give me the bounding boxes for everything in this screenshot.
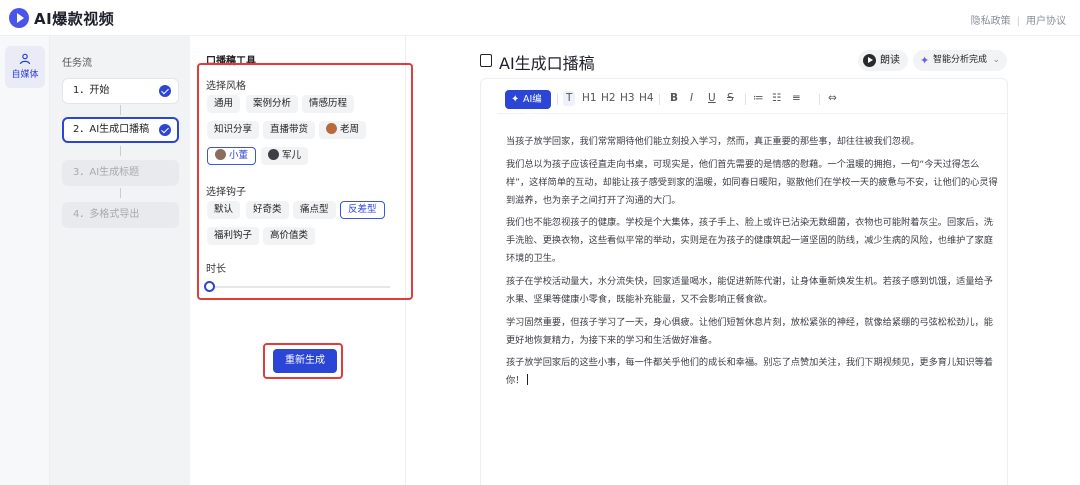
hook-tag[interactable]: 默认 (207, 201, 241, 219)
task-flow-panel: 任务流 1．开始 2．AI生成口播稿 3．AI生成标题 4．多格式导出 (50, 36, 190, 485)
style-tag-selected[interactable]: 小董 (207, 147, 257, 165)
heading-1-button[interactable]: H1 (582, 92, 597, 104)
style-tag[interactable]: 情感历程 (302, 95, 355, 113)
heading-4-button[interactable]: H4 (639, 92, 654, 104)
task-flow-title: 任务流 (62, 58, 92, 69)
paragraph: 我们总以为孩子应该径直走向书桌，可现实是，他们首先需要的是情感的慰藉。一个温暖的… (506, 159, 998, 206)
toolbar-divider (745, 94, 746, 105)
style-tag[interactable]: 直播带货 (263, 121, 316, 139)
check-icon (159, 85, 171, 97)
editor-title: AI生成口播稿 (499, 54, 595, 73)
hook-tag-selected[interactable]: 反差型 (340, 201, 385, 219)
toolbar-divider (819, 94, 820, 105)
step-export[interactable]: 4．多格式导出 (62, 202, 179, 228)
step-generate-title[interactable]: 3．AI生成标题 (62, 160, 179, 186)
paragraph: 我们也不能忽视孩子的健康。学校是个大集体，孩子手上、脸上或许已沾染无数细菌，衣物… (506, 217, 993, 264)
hook-tag[interactable]: 好奇类 (246, 201, 289, 219)
app-title: AI爆款视频 (34, 10, 115, 28)
rail-item-label: 自媒体 (11, 70, 39, 80)
editor-toolbar: ✦ AI编辑 T H1 H2 H3 H4 B I U S ≔ ☷ ≡ ⇔ (497, 86, 1007, 124)
toolbar-divider (659, 94, 660, 105)
logo-icon (9, 8, 29, 28)
avatar (326, 123, 337, 134)
link-separator: | (1016, 16, 1020, 27)
style-tag-avatar[interactable]: 军儿 (261, 147, 309, 165)
users-icon (19, 53, 31, 65)
strikethrough-button[interactable]: S (727, 92, 734, 104)
chevron-down-icon: ⌄ (992, 55, 1000, 65)
style-tag[interactable]: 知识分享 (207, 121, 260, 139)
step-label: 1．开始 (73, 85, 110, 96)
step-label: 3．AI生成标题 (73, 167, 140, 178)
read-aloud-label: 朗读 (880, 55, 900, 66)
italic-button[interactable]: I (690, 92, 693, 104)
step-connector (120, 105, 121, 115)
top-links: 隐私政策 | 用户协议 (971, 12, 1066, 27)
hook-tag[interactable]: 福利钩子 (207, 227, 260, 245)
style-tag-label: 老周 (340, 124, 360, 135)
bold-button[interactable]: B (670, 92, 678, 104)
paragraph-text: 孩子放学回家后的这些小事，每一件都关乎他们的成长和幸福。别忘了点赞加关注，我们下… (506, 357, 993, 386)
text-format-button[interactable]: T (563, 91, 576, 106)
underline-button[interactable]: U (708, 92, 716, 104)
paragraph: 当孩子放学回家，我们常常期待他们能立刻投入学习，然而，真正重要的那些事，却往往被… (506, 136, 920, 147)
step-start[interactable]: 1．开始 (62, 78, 179, 104)
ordered-list-icon[interactable]: ☷ (772, 92, 781, 104)
style-tag[interactable]: 案例分析 (246, 95, 299, 113)
sparkle-icon: ✦ (920, 54, 930, 67)
hook-section-label: 选择钩子 (206, 187, 246, 198)
paragraph: 学习固然重要，但孩子学习了一天，身心俱疲。让他们短暂休息片刻，放松紧张的神经，就… (506, 317, 993, 346)
link-icon[interactable]: ⇔ (828, 92, 837, 104)
top-bar: AI爆款视频 隐私政策 | 用户协议 (0, 0, 1080, 36)
heading-2-button[interactable]: H2 (601, 92, 616, 104)
ai-edit-button[interactable]: ✦ AI编辑 (505, 90, 551, 124)
align-dropdown-icon[interactable]: ≡ (792, 92, 801, 104)
step-connector (120, 188, 121, 198)
step-label: 2．AI生成口播稿 (73, 124, 150, 135)
bullet-list-icon[interactable]: ≔ (753, 92, 764, 104)
hook-tag[interactable]: 痛点型 (293, 201, 336, 219)
heading-3-button[interactable]: H3 (620, 92, 635, 104)
analysis-status-dropdown[interactable]: ✦ 智能分析完成 ⌄ (913, 50, 1007, 71)
style-tag-label: 小董 (229, 150, 249, 161)
duration-label: 时长 (206, 264, 226, 275)
magic-wand-icon: ✦ (511, 94, 520, 105)
check-icon (159, 124, 171, 136)
document-icon (480, 54, 492, 67)
left-rail: 自媒体 (0, 36, 50, 485)
step-generate-script[interactable]: 2．AI生成口播稿 (62, 117, 179, 143)
style-tag-label: 军儿 (282, 150, 302, 161)
duration-slider-thumb[interactable] (204, 281, 215, 292)
toolbar-divider (557, 94, 558, 105)
style-tag[interactable]: 通用 (207, 95, 241, 113)
regenerate-button[interactable]: 重新生成 (273, 349, 337, 373)
read-aloud-button[interactable]: 朗读 (858, 50, 908, 71)
avatar (215, 149, 226, 160)
duration-slider-track[interactable] (208, 286, 390, 288)
avatar (268, 149, 279, 160)
agreement-link[interactable]: 用户协议 (1026, 16, 1066, 27)
text-cursor (527, 374, 529, 385)
editor-content[interactable]: 当孩子放学回家，我们常常期待他们能立刻投入学习，然而，真正重要的那些事，却往往被… (497, 128, 1002, 485)
rail-item-media[interactable]: 自媒体 (5, 46, 45, 88)
analysis-status-label: 智能分析完成 (933, 55, 988, 65)
script-tools-panel: 口播稿工具 选择风格 通用 案例分析 情感历程 知识分享 直播带货 老周 小董 … (190, 36, 413, 485)
play-icon (863, 54, 876, 67)
paragraph-last: 孩子放学回家后的这些小事，每一件都关乎他们的成长和幸福。别忘了点赞加关注，我们下… (506, 354, 1000, 390)
step-connector (120, 146, 121, 156)
step-label: 4．多格式导出 (73, 209, 140, 220)
privacy-link[interactable]: 隐私政策 (971, 16, 1011, 27)
style-section-label: 选择风格 (206, 81, 246, 92)
hook-tag[interactable]: 高价值类 (263, 227, 316, 245)
paragraph: 孩子在学校活动量大，水分流失快，回家适量喝水，能促进新陈代谢，让身体重新焕发生机… (506, 276, 993, 305)
style-tag-avatar[interactable]: 老周 (319, 121, 367, 139)
